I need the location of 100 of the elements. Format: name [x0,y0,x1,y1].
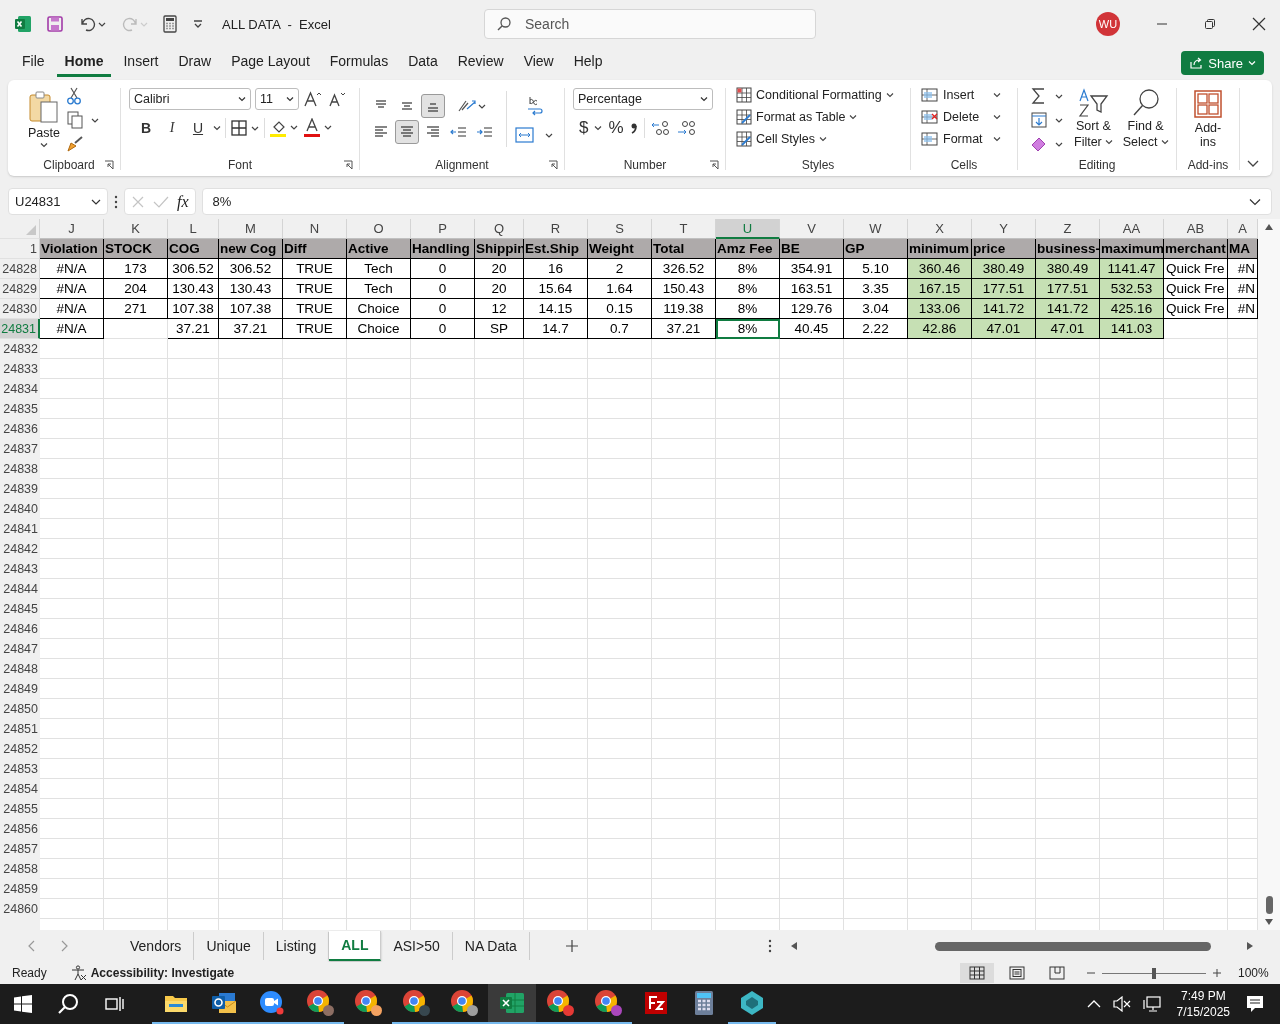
italic-button[interactable]: I [161,120,183,136]
user-avatar[interactable]: WU [1096,12,1120,36]
table-cell[interactable]: 173 [104,259,168,279]
table-cell[interactable]: 141.03 [1100,319,1164,339]
table-cell[interactable]: 8% [716,319,780,339]
sheet-tab[interactable]: ASI>50 [381,932,453,960]
row-number[interactable]: 24858 [0,859,40,879]
table-cell[interactable]: #N/A [40,299,104,319]
table-cell[interactable]: 0.15 [588,299,652,319]
table-cell[interactable]: 107.38 [168,299,219,319]
row-number[interactable]: 24857 [0,839,40,859]
table-cell[interactable]: 130.43 [219,279,283,299]
row-number[interactable]: 24847 [0,639,40,659]
paste-button[interactable]: Paste [26,88,62,150]
row-number[interactable]: 24848 [0,659,40,679]
table-cell[interactable]: 37.21 [219,319,283,339]
row-number[interactable]: 24859 [0,879,40,899]
font-size-dropdown[interactable]: 11 [255,88,299,110]
table-cell[interactable]: 306.52 [168,259,219,279]
table-cell[interactable]: Tech [347,279,411,299]
formula-input[interactable]: 8% [201,188,1272,215]
zoom-in-icon[interactable] [1212,968,1222,978]
row-number[interactable]: 24855 [0,799,40,819]
decrease-indent-icon[interactable] [450,124,468,140]
row-number[interactable]: 24838 [0,459,40,479]
zoom-slider-thumb[interactable] [1152,967,1156,979]
table-cell[interactable]: 0 [411,319,475,339]
expand-icon[interactable] [1249,197,1261,206]
table-cell[interactable]: 532.53 [1100,279,1164,299]
windows-start-icon[interactable] [14,995,32,1013]
table-cell[interactable]: 141.72 [1036,299,1100,319]
merge-cells-icon[interactable] [515,126,555,144]
table-cell[interactable]: 8% [716,299,780,319]
table-cell[interactable]: 8% [716,279,780,299]
row-number[interactable]: 24835 [0,399,40,419]
more-icon[interactable] [767,939,772,953]
cells-menu-button[interactable]: Insert [919,86,1009,104]
add-ins-button[interactable]: Add-ins [1185,87,1231,151]
table-cell[interactable]: 47.01 [972,319,1036,339]
ribbon-tab[interactable]: File [14,49,53,77]
table-cell[interactable]: 167.15 [908,279,972,299]
table-cell[interactable]: TRUE [283,279,347,299]
row-number[interactable]: 24830 [0,299,40,319]
scroll-thumb[interactable] [1265,896,1273,914]
ribbon-tab[interactable]: Page Layout [223,49,318,77]
row-number[interactable]: 24832 [0,339,40,359]
cells-menu-button[interactable]: Delete [919,108,1009,126]
table-cell[interactable]: 2 [588,259,652,279]
table-cell[interactable]: 20 [475,259,524,279]
table-cell[interactable]: 15.64 [524,279,588,299]
table-cell[interactable]: 204 [104,279,168,299]
table-cell[interactable]: 14.15 [524,299,588,319]
table-cell[interactable]: #N/A [40,279,104,299]
scroll-down-icon[interactable] [1264,918,1274,926]
scroll-up-icon[interactable] [1264,223,1274,231]
table-cell[interactable]: 177.51 [1036,279,1100,299]
table-cell[interactable]: 0 [411,259,475,279]
table-cell[interactable]: 133.06 [908,299,972,319]
table-cell[interactable]: Quick Fre [1164,259,1228,279]
dialog-launcher-icon[interactable] [709,160,719,170]
increase-decimal-icon[interactable] [650,119,671,137]
cut-icon[interactable] [66,87,82,105]
row-number[interactable]: 24844 [0,579,40,599]
table-cell[interactable]: 326.52 [652,259,716,279]
row-number[interactable]: 24828 [0,259,40,279]
notifications-icon[interactable] [1246,995,1264,1013]
chevron-up-icon[interactable] [1086,999,1101,1009]
table-cell[interactable]: 130.43 [168,279,219,299]
align-center-button[interactable] [395,120,419,144]
table-cell[interactable]: TRUE [283,299,347,319]
number-format-dropdown[interactable]: Percentage [573,88,713,110]
search-icon[interactable] [58,993,80,1015]
align-bottom-button[interactable] [421,94,445,118]
dialog-launcher-icon[interactable] [548,160,558,170]
row-number[interactable]: 24829 [0,279,40,299]
add-sheet-icon[interactable] [565,940,578,952]
table-cell[interactable]: 40.45 [780,319,844,339]
table-cell[interactable]: Choice [347,299,411,319]
table-cell[interactable]: 306.52 [219,259,283,279]
font-name-dropdown[interactable]: Calibri [129,88,251,110]
sort-filter-button[interactable]: Sort & Filter [1072,86,1115,152]
ribbon-tab[interactable]: Draw [170,49,220,77]
row-number[interactable]: 24853 [0,759,40,779]
table-cell[interactable]: 380.49 [972,259,1036,279]
table-cell[interactable]: 16 [524,259,588,279]
table-cell[interactable]: 150.43 [652,279,716,299]
row-number[interactable]: 24843 [0,559,40,579]
styles-menu-button[interactable]: Cell Styles [734,130,902,148]
paintbrush-icon[interactable] [66,135,84,153]
table-cell[interactable]: 163.51 [780,279,844,299]
restore-icon[interactable] [1204,18,1216,30]
borders-icon[interactable] [230,119,260,137]
table-cell[interactable]: 14.7 [524,319,588,339]
calculator-icon[interactable] [162,15,178,33]
dialog-launcher-icon[interactable] [104,160,114,170]
table-cell[interactable]: 37.21 [168,319,219,339]
table-cell[interactable]: 0 [411,299,475,319]
network-icon[interactable] [1142,996,1161,1012]
table-cell[interactable]: 47.01 [1036,319,1100,339]
row-number[interactable]: 24849 [0,679,40,699]
